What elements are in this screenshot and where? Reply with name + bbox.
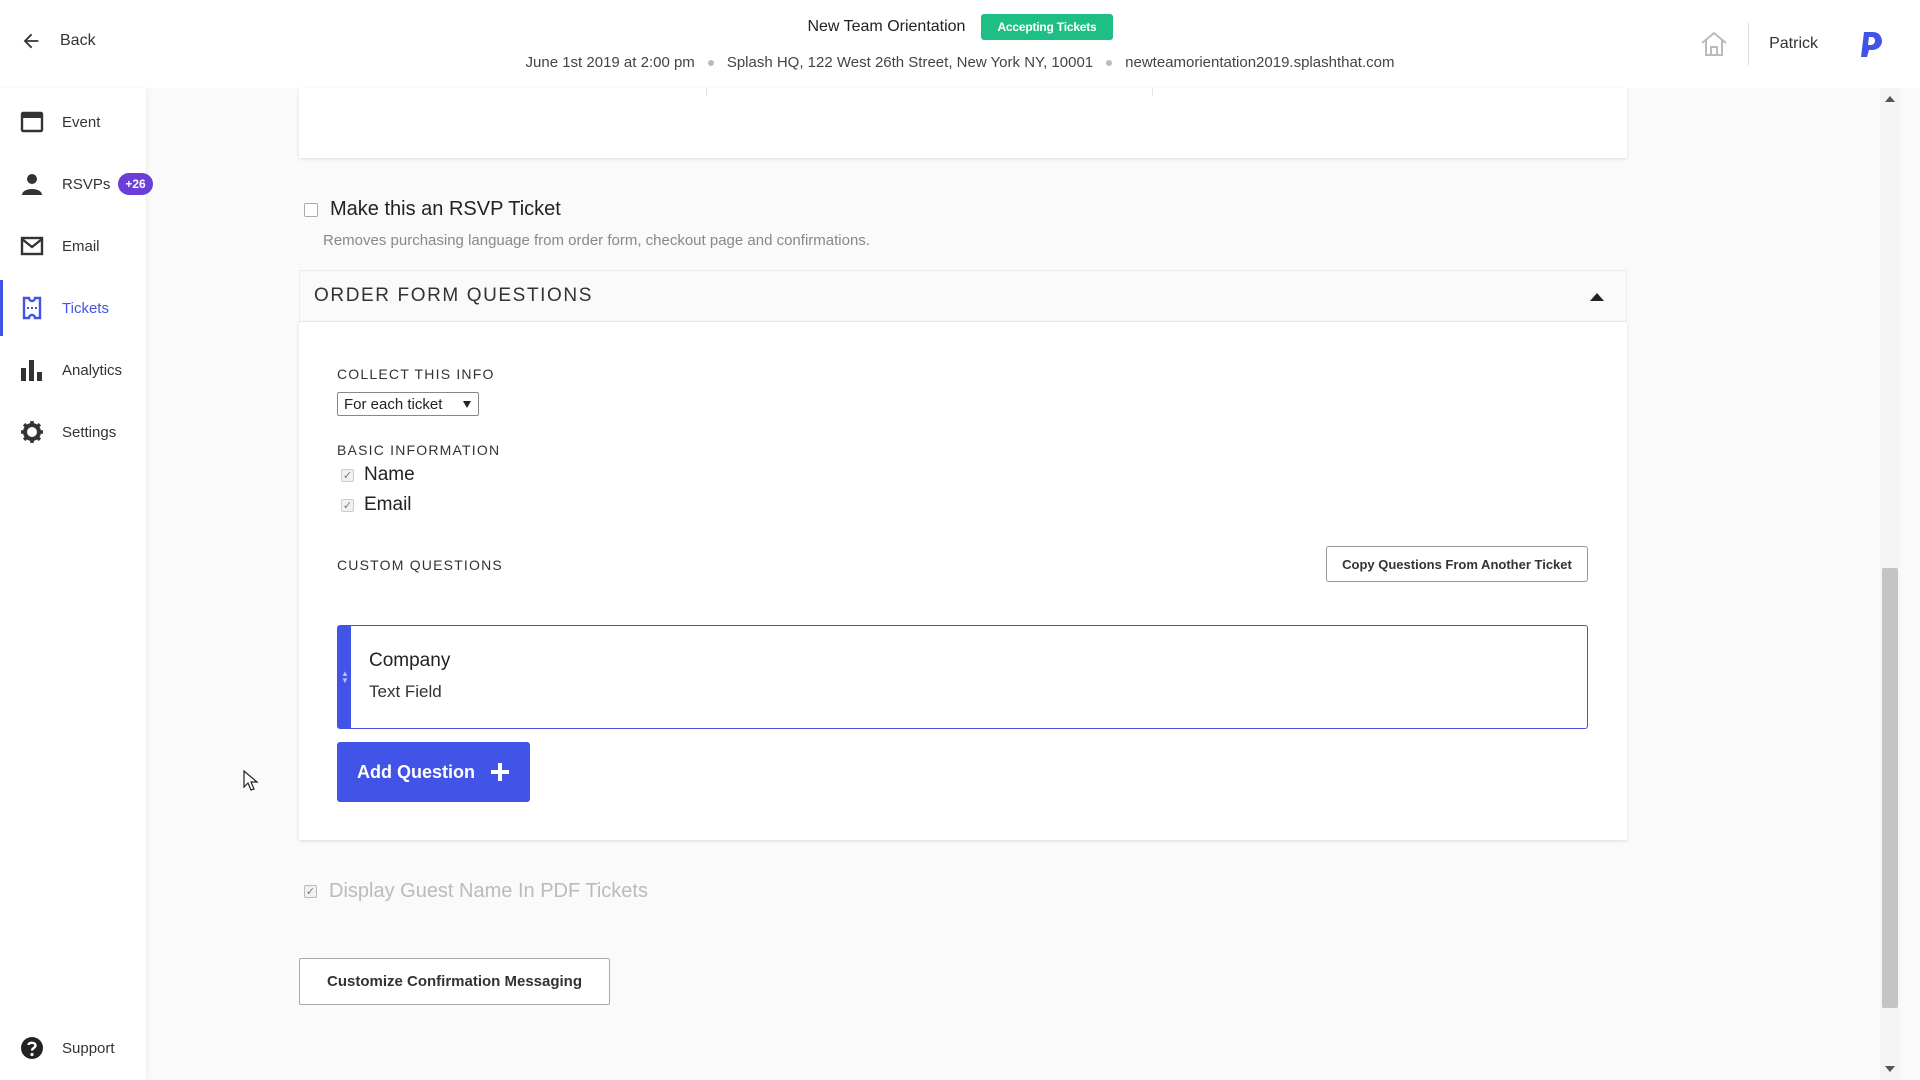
rsvp-ticket-help: Removes purchasing language from order f…: [323, 232, 870, 249]
display-guest-label: Display Guest Name In PDF Tickets: [329, 880, 648, 902]
sidebar-item-label: Event: [62, 113, 101, 131]
rsvp-count-badge: +26: [118, 173, 153, 195]
event-url[interactable]: newteamorientation2019.splashthat.com: [1125, 54, 1394, 71]
basic-field-label: Name: [364, 464, 415, 485]
sidebar: Event RSVPs +26 Email Tickets Analytics …: [0, 88, 153, 1080]
collect-info-value: For each ticket: [344, 395, 443, 413]
sidebar-item-label: Support: [62, 1039, 115, 1057]
sidebar-item-settings[interactable]: Settings: [0, 404, 146, 460]
basic-field-label: Email: [364, 494, 412, 515]
mouse-cursor-icon: [243, 770, 259, 791]
help-circle-icon: [21, 1037, 43, 1059]
separator-dot: [707, 59, 714, 66]
order-form-title: ORDER FORM QUESTIONS: [314, 285, 594, 306]
scroll-up-arrow-icon[interactable]: [1885, 96, 1895, 102]
sidebar-item-tickets[interactable]: Tickets: [0, 280, 146, 336]
top-header: Back New Team Orientation Accepting Tick…: [0, 0, 1920, 88]
display-guest-checkbox[interactable]: ✓: [304, 885, 317, 898]
basic-field-email: ✓ Email: [341, 494, 412, 516]
header-divider: [1748, 23, 1750, 65]
collect-info-select[interactable]: For each ticket: [337, 392, 479, 416]
display-guest-option: ✓ Display Guest Name In PDF Tickets: [304, 880, 648, 903]
splash-logo-icon[interactable]: [1858, 30, 1884, 58]
user-name[interactable]: Patrick: [1769, 35, 1818, 53]
scroll-down-arrow-icon[interactable]: [1885, 1066, 1895, 1072]
person-icon: [22, 174, 42, 195]
divider: [1152, 88, 1153, 96]
event-location: Splash HQ, 122 West 26th Street, New Yor…: [726, 54, 1094, 71]
sidebar-item-event[interactable]: Event: [0, 94, 146, 150]
ticket-details-card: [299, 88, 1627, 158]
add-question-button[interactable]: Add Question: [337, 742, 530, 802]
rsvp-ticket-checkbox[interactable]: [304, 202, 318, 217]
divider: [706, 88, 707, 96]
plus-icon: [491, 763, 509, 781]
rsvp-ticket-label: Make this an RSVP Ticket: [330, 198, 561, 220]
custom-question-card[interactable]: ▲ ▼ Company Text Field: [337, 625, 1588, 729]
caret-up-icon[interactable]: [1590, 293, 1604, 301]
sidebar-item-label: Analytics: [62, 361, 123, 379]
calendar-icon: [20, 111, 44, 133]
sidebar-item-support[interactable]: Support: [0, 1020, 146, 1076]
scroll-thumb[interactable]: [1882, 568, 1898, 1008]
drag-handle[interactable]: ▲ ▼: [338, 626, 351, 728]
sidebar-item-label: Email: [62, 237, 100, 255]
order-form-body: COLLECT THIS INFO For each ticket BASIC …: [299, 322, 1627, 840]
sidebar-item-email[interactable]: Email: [0, 218, 146, 274]
ticket-icon: [22, 296, 42, 320]
event-title-row: New Team Orientation Accepting Tickets: [0, 14, 1920, 40]
event-date: June 1st 2019 at 2:00 pm: [525, 54, 695, 71]
basic-field-name: ✓ Name: [341, 464, 415, 486]
drag-arrows-icon: ▲ ▼: [341, 669, 349, 685]
checkmark-icon: ✓: [341, 498, 354, 512]
custom-questions-label: CUSTOM QUESTIONS: [337, 557, 503, 573]
sidebar-item-analytics[interactable]: Analytics: [0, 342, 146, 398]
separator-dot: [1106, 59, 1113, 66]
gear-icon: [21, 421, 43, 443]
home-icon[interactable]: [1698, 28, 1730, 60]
page-scrollbar[interactable]: [1880, 88, 1900, 1080]
triangle-down-icon: [463, 401, 471, 408]
envelope-icon: [20, 236, 44, 256]
basic-info-label: BASIC INFORMATION: [337, 442, 501, 458]
copy-questions-button[interactable]: Copy Questions From Another Ticket: [1326, 546, 1588, 582]
question-type: Text Field: [369, 682, 442, 701]
checkmark-icon: ✓: [341, 468, 354, 482]
bar-chart-icon: [21, 360, 42, 381]
customize-confirmation-button[interactable]: Customize Confirmation Messaging: [299, 958, 610, 1005]
sidebar-item-rsvps[interactable]: RSVPs +26: [0, 156, 153, 212]
order-form-header[interactable]: ORDER FORM QUESTIONS: [299, 270, 1627, 322]
add-question-label: Add Question: [357, 761, 475, 782]
sidebar-item-label: Tickets: [62, 299, 109, 317]
question-title: Company: [369, 650, 451, 671]
collect-info-label: COLLECT THIS INFO: [337, 366, 495, 382]
status-badge: Accepting Tickets: [981, 14, 1113, 40]
event-title: New Team Orientation: [807, 18, 966, 35]
sidebar-item-label: RSVPs: [62, 175, 111, 193]
event-meta: June 1st 2019 at 2:00 pm Splash HQ, 122 …: [0, 54, 1920, 71]
sidebar-item-label: Settings: [62, 423, 117, 441]
header-right: Patrick: [1698, 23, 1884, 65]
rsvp-ticket-option: Make this an RSVP Ticket: [304, 198, 561, 221]
